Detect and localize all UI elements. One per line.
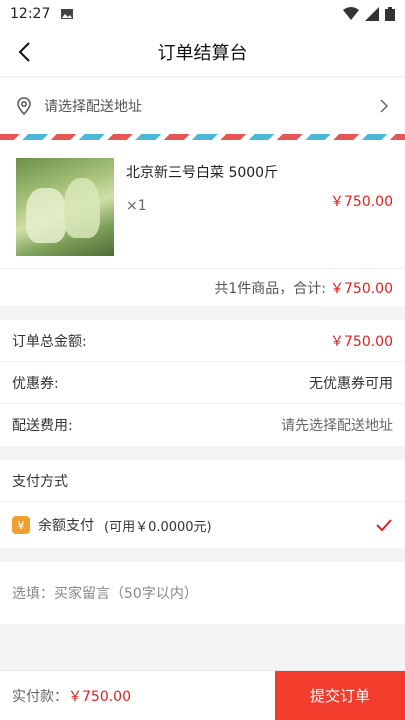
product-name: 北京新三号白菜 5000斤 [126, 165, 279, 181]
delivery-fee-row: 配送费用: 请先选择配送地址 [0, 404, 405, 446]
order-total-row: 订单总金额: ￥750.00 [0, 320, 405, 362]
checkmark-icon [376, 519, 392, 532]
submit-order-button[interactable]: 提交订单 [275, 670, 405, 720]
order-total-value: ￥750.00 [330, 333, 393, 350]
order-summary: 订单总金额: ￥750.00 优惠券: 无优惠券可用 配送费用: 请先选择配送地… [0, 320, 405, 446]
checkout-bar: 实付款：￥750.00 提交订单 [0, 670, 405, 720]
signal-icon [365, 7, 379, 21]
subtotal-label: 共1件商品，合计: [214, 280, 326, 297]
payment-option-balance[interactable]: ¥ 余额支付 (可用￥0.0000元) [0, 502, 405, 548]
product-info: 北京新三号白菜 5000斤 ×1 ￥750.00 [114, 158, 393, 256]
status-icons [343, 7, 395, 21]
delivery-fee-label: 配送费用: [12, 418, 73, 434]
wifi-icon [343, 7, 359, 20]
payment-method-detail: (可用￥0.0000元) [104, 519, 212, 535]
payable-total: 实付款：￥750.00 [0, 686, 275, 706]
payment-header: 支付方式 [0, 460, 405, 502]
payable-label: 实付款： [12, 688, 68, 705]
payment-section: 支付方式 ¥ 余额支付 (可用￥0.0000元) [0, 460, 405, 548]
address-placeholder: 请选择配送地址 [44, 99, 142, 115]
product-price: ￥750.00 [330, 194, 393, 210]
payment-section-title: 支付方式 [12, 473, 68, 490]
order-total-label: 订单总金额: [12, 333, 87, 350]
coupon-label: 优惠券: [12, 375, 59, 392]
payment-method-name: 余额支付 [38, 518, 94, 534]
product-image [16, 158, 114, 256]
image-icon [61, 9, 74, 19]
product-item: 北京新三号白菜 5000斤 ×1 ￥750.00 [0, 140, 405, 268]
back-arrow-icon[interactable] [14, 40, 38, 64]
payable-amount: ￥750.00 [68, 688, 131, 705]
buyer-message-placeholder: 选填：买家留言（50字以内） [12, 586, 198, 602]
battery-icon [385, 7, 395, 21]
status-time: 12:27 [10, 6, 51, 22]
subtotal-amount: ￥750.00 [330, 280, 393, 297]
delivery-fee-value: 请先选择配送地址 [281, 418, 393, 434]
location-pin-icon [17, 97, 31, 116]
coupon-value: 无优惠券可用 [309, 375, 393, 392]
wallet-icon: ¥ [12, 516, 30, 534]
page-title: 订单结算台 [157, 43, 248, 64]
address-selector[interactable]: 请选择配送地址 [0, 78, 405, 134]
app-header: 订单结算台 [0, 28, 405, 76]
coupon-row[interactable]: 优惠券: 无优惠券可用 [0, 362, 405, 404]
chevron-right-icon [380, 99, 389, 113]
buyer-message-input[interactable]: 选填：买家留言（50字以内） [0, 562, 405, 624]
subtotal-row: 共1件商品，合计: ￥750.00 [0, 268, 405, 306]
status-bar: 12:27 [0, 0, 405, 28]
